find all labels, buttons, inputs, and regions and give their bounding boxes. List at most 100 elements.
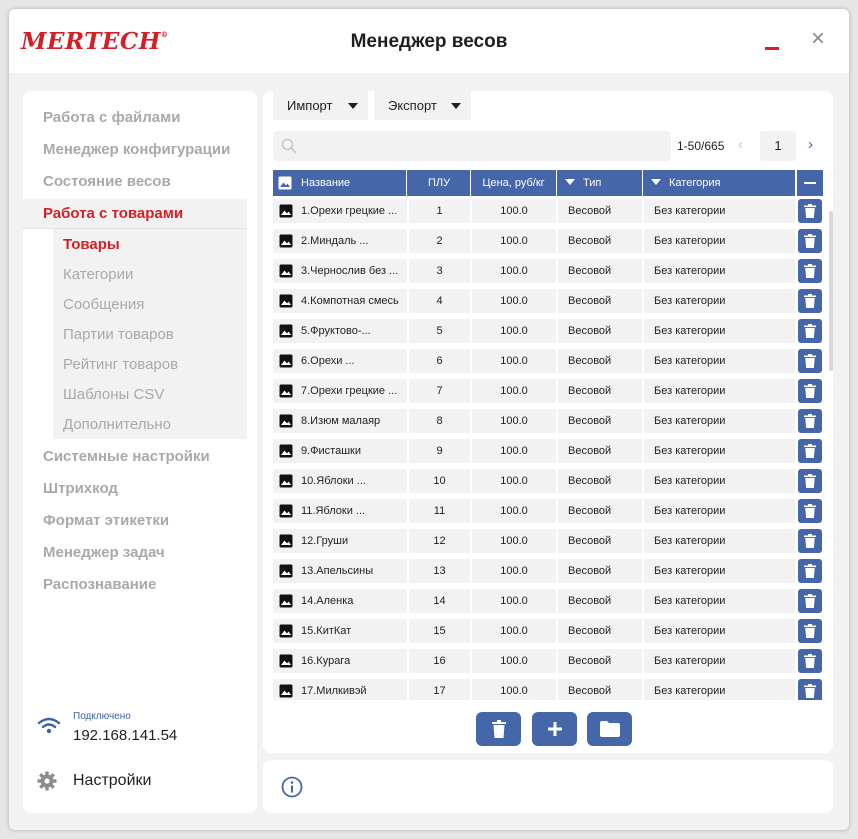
sidebar-subitem[interactable]: Дополнительно	[63, 410, 243, 440]
category-cell[interactable]: Без категории	[644, 379, 795, 403]
image-icon[interactable]	[279, 504, 293, 518]
type-cell[interactable]: Весовой	[558, 199, 642, 223]
prev-page-icon[interactable]: ‹	[738, 136, 743, 153]
delete-row-button[interactable]	[798, 229, 822, 253]
delete-row-button[interactable]	[798, 199, 822, 223]
delete-row-button[interactable]	[798, 409, 822, 433]
plu-cell[interactable]: 7	[409, 379, 470, 403]
image-icon[interactable]	[279, 204, 293, 218]
price-cell[interactable]: 100.0	[472, 589, 556, 613]
column-plu[interactable]: ПЛУ	[408, 170, 471, 196]
column-category[interactable]: Категория	[643, 170, 795, 196]
plu-cell[interactable]: 3	[409, 259, 470, 283]
page-number-input[interactable]: 1	[760, 131, 796, 161]
collapse-icon[interactable]	[797, 170, 823, 196]
price-cell[interactable]: 100.0	[472, 499, 556, 523]
plu-cell[interactable]: 13	[409, 559, 470, 583]
category-cell[interactable]: Без категории	[644, 679, 795, 700]
plu-cell[interactable]: 5	[409, 319, 470, 343]
type-cell[interactable]: Весовой	[558, 229, 642, 253]
delete-row-button[interactable]	[798, 529, 822, 553]
type-cell[interactable]: Весовой	[558, 259, 642, 283]
product-name-cell[interactable]: 6.Орехи ...	[273, 349, 407, 373]
sidebar-item[interactable]: Штрихкод	[23, 474, 247, 504]
type-cell[interactable]: Весовой	[558, 679, 642, 700]
table-row[interactable]: 5.Фруктово-... 5 100.0 Весовой Без категории	[273, 316, 829, 346]
delete-row-button[interactable]	[798, 619, 822, 643]
search-input[interactable]	[303, 131, 663, 161]
image-icon[interactable]	[279, 294, 293, 308]
delete-row-button[interactable]	[798, 349, 822, 373]
next-page-icon[interactable]: ›	[808, 136, 813, 153]
product-name-cell[interactable]: 12.Груши	[273, 529, 407, 553]
image-icon[interactable]	[279, 564, 293, 578]
delete-row-button[interactable]	[798, 379, 822, 403]
image-icon[interactable]	[279, 384, 293, 398]
delete-row-button[interactable]	[798, 439, 822, 463]
sidebar-subitem[interactable]: Категории	[63, 260, 243, 290]
column-price[interactable]: Цена, руб/кг	[471, 170, 557, 196]
product-name-cell[interactable]: 4.Компотная смесь	[273, 289, 407, 313]
plu-cell[interactable]: 14	[409, 589, 470, 613]
category-cell[interactable]: Без категории	[644, 199, 795, 223]
plu-cell[interactable]: 11	[409, 499, 470, 523]
info-icon[interactable]	[281, 776, 303, 798]
gear-icon[interactable]	[37, 771, 57, 791]
export-dropdown[interactable]: Экспорт	[374, 91, 471, 120]
image-icon[interactable]	[279, 354, 293, 368]
image-icon[interactable]	[279, 534, 293, 548]
product-name-cell[interactable]: 17.Милкивэй	[273, 679, 407, 700]
table-row[interactable]: 9.Фисташки 9 100.0 Весовой Без категории	[273, 436, 829, 466]
table-row[interactable]: 1.Орехи грецкие ... 1 100.0 Весовой Без кате…	[273, 196, 829, 226]
sidebar-item[interactable]: Распознавание	[23, 570, 247, 600]
image-icon[interactable]	[279, 234, 293, 248]
product-name-cell[interactable]: 13.Апельсины	[273, 559, 407, 583]
plu-cell[interactable]: 15	[409, 619, 470, 643]
sidebar-item[interactable]: Состояние весов	[23, 167, 247, 197]
delete-row-button[interactable]	[798, 649, 822, 673]
column-name[interactable]: Название	[273, 170, 407, 196]
type-cell[interactable]: Весовой	[558, 289, 642, 313]
table-row[interactable]: 8.Изюм малаяр 8 100.0 Весовой Без категории	[273, 406, 829, 436]
image-icon[interactable]	[279, 594, 293, 608]
sidebar-subitem[interactable]: Шаблоны CSV	[63, 380, 243, 410]
category-cell[interactable]: Без категории	[644, 349, 795, 373]
price-cell[interactable]: 100.0	[472, 289, 556, 313]
settings-button[interactable]: Настройки	[73, 772, 151, 790]
category-cell[interactable]: Без категории	[644, 229, 795, 253]
type-cell[interactable]: Весовой	[558, 319, 642, 343]
category-cell[interactable]: Без категории	[644, 469, 795, 493]
sidebar-item[interactable]: Работа с файлами	[23, 103, 247, 133]
product-name-cell[interactable]: 10.Яблоки ...	[273, 469, 407, 493]
product-name-cell[interactable]: 9.Фисташки	[273, 439, 407, 463]
category-cell[interactable]: Без категории	[644, 559, 795, 583]
sidebar-subitem[interactable]: Рейтинг товаров	[63, 350, 243, 380]
table-row[interactable]: 15.КитКат 15 100.0 Весовой Без категории	[273, 616, 829, 646]
type-cell[interactable]: Весовой	[558, 439, 642, 463]
plu-cell[interactable]: 10	[409, 469, 470, 493]
type-cell[interactable]: Весовой	[558, 409, 642, 433]
delete-row-button[interactable]	[798, 589, 822, 613]
sidebar-item[interactable]: Формат этикетки	[23, 506, 247, 536]
table-row[interactable]: 6.Орехи ... 6 100.0 Весовой Без категории	[273, 346, 829, 376]
category-cell[interactable]: Без категории	[644, 499, 795, 523]
image-icon[interactable]	[279, 654, 293, 668]
price-cell[interactable]: 100.0	[472, 559, 556, 583]
open-folder-button[interactable]	[587, 712, 632, 746]
table-row[interactable]: 16.Курага 16 100.0 Весовой Без категории	[273, 646, 829, 676]
product-name-cell[interactable]: 3.Чернослив без ...	[273, 259, 407, 283]
sidebar-subitem[interactable]: Товары	[63, 230, 243, 260]
price-cell[interactable]: 100.0	[472, 409, 556, 433]
price-cell[interactable]: 100.0	[472, 469, 556, 493]
plu-cell[interactable]: 6	[409, 349, 470, 373]
product-name-cell[interactable]: 2.Миндаль ...	[273, 229, 407, 253]
type-cell[interactable]: Весовой	[558, 529, 642, 553]
price-cell[interactable]: 100.0	[472, 229, 556, 253]
image-icon[interactable]	[279, 684, 293, 698]
price-cell[interactable]: 100.0	[472, 649, 556, 673]
product-name-cell[interactable]: 16.Курага	[273, 649, 407, 673]
plu-cell[interactable]: 2	[409, 229, 470, 253]
plu-cell[interactable]: 12	[409, 529, 470, 553]
sidebar-item[interactable]: Работа с товарами	[23, 199, 247, 229]
price-cell[interactable]: 100.0	[472, 199, 556, 223]
